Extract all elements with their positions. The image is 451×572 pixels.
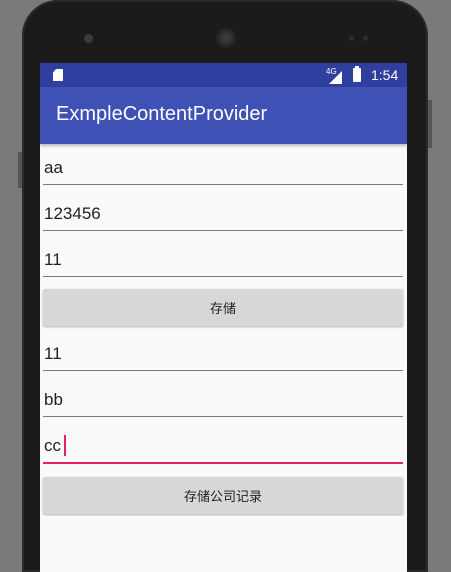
sensor-dot xyxy=(349,36,354,41)
field4-input[interactable] xyxy=(43,344,404,364)
clock: 1:54 xyxy=(371,67,399,83)
field3-input[interactable] xyxy=(43,250,404,270)
speaker-grille xyxy=(216,28,236,48)
text-field-1[interactable] xyxy=(43,148,404,185)
text-field-4[interactable] xyxy=(43,334,404,371)
field1-input[interactable] xyxy=(43,158,404,178)
status-bar: 4G 1:54 xyxy=(40,63,407,87)
text-field-5[interactable] xyxy=(43,380,404,417)
store-company-record-button[interactable]: 存储公司记录 xyxy=(43,477,403,514)
camera-icon xyxy=(84,34,93,43)
text-field-3[interactable] xyxy=(43,240,404,277)
signal-icon xyxy=(329,71,342,84)
field6-input[interactable] xyxy=(43,436,404,456)
field2-input[interactable] xyxy=(43,204,404,224)
sensor-dot xyxy=(363,36,368,41)
screen: 4G 1:54 ExmpleContentProvider 存储 存储公司记录 xyxy=(40,63,407,572)
power-button[interactable] xyxy=(428,100,432,148)
app-bar: ExmpleContentProvider xyxy=(40,87,407,144)
field5-input[interactable] xyxy=(43,390,404,410)
text-field-2[interactable] xyxy=(43,194,404,231)
store-button[interactable]: 存储 xyxy=(43,289,403,326)
text-field-6[interactable] xyxy=(43,426,404,464)
sd-card-icon xyxy=(53,69,63,81)
volume-button[interactable] xyxy=(18,152,22,188)
app-title: ExmpleContentProvider xyxy=(56,103,268,125)
text-cursor xyxy=(64,435,66,456)
battery-icon xyxy=(353,66,361,82)
